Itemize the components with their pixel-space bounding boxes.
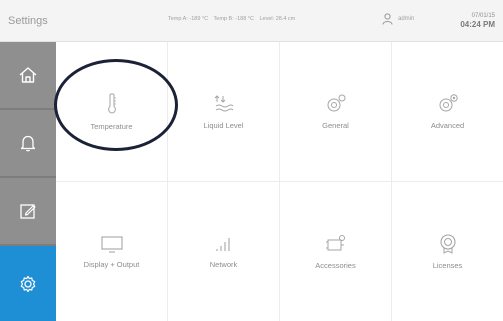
tile-label: Advanced (430, 121, 465, 130)
tile-accessories[interactable]: Accessories (280, 182, 392, 321)
home-icon (19, 67, 37, 83)
tile-liquid-level[interactable]: Liquid Level (168, 42, 280, 182)
tile-advanced[interactable]: Advanced (392, 42, 503, 182)
temp-b-readout: Temp B: -188 °C (213, 16, 254, 22)
time-label: 04:24 PM (460, 20, 495, 29)
tile-display-output[interactable]: Display + Output (56, 182, 168, 321)
sidebar-item-alerts[interactable] (0, 110, 56, 178)
tile-temperature[interactable]: Temperature (56, 42, 168, 182)
user-button[interactable]: admin (382, 11, 414, 27)
date-time: 07/01/15 04:24 PM (460, 12, 495, 30)
tile-network[interactable]: Network (168, 182, 280, 321)
page-title: Settings (8, 15, 48, 27)
liquid-level-icon (214, 95, 233, 112)
tile-label: Accessories (315, 261, 356, 270)
tile-licenses[interactable]: Licenses (392, 182, 503, 321)
tile-label: Liquid Level (203, 121, 244, 130)
display-icon (100, 236, 123, 253)
top-bar: Settings Temp A: -189 °C Temp B: -188 °C… (0, 0, 503, 42)
licenses-icon (439, 234, 456, 254)
settings-grid: Temperature Liquid Level General Advance… (56, 42, 503, 321)
general-settings-icon (327, 94, 345, 112)
level-readout: Level: 28.4 cm (259, 16, 296, 22)
sidebar-item-settings[interactable] (0, 246, 56, 321)
bell-icon (20, 135, 36, 152)
tile-label: Display + Output (83, 260, 140, 269)
date-label: 07/01/15 (471, 13, 495, 19)
status-readouts: Temp A: -189 °C Temp B: -188 °C Level: 2… (168, 16, 299, 22)
network-icon (215, 238, 230, 251)
advanced-settings-icon (439, 94, 458, 112)
sidebar (0, 42, 56, 321)
temp-a-readout: Temp A: -189 °C (168, 16, 209, 22)
thermometer-icon (107, 93, 116, 114)
accessories-icon (325, 235, 345, 251)
tile-label: General (322, 121, 349, 130)
tile-label: Licenses (432, 261, 463, 270)
gear-icon (20, 275, 36, 292)
user-icon (382, 13, 393, 25)
sidebar-item-home[interactable] (0, 42, 56, 110)
tile-general[interactable]: General (280, 42, 392, 182)
tile-label: Network (209, 260, 238, 269)
tile-label: Temperature (90, 122, 133, 131)
edit-icon (20, 204, 36, 219)
user-name: admin (398, 16, 415, 22)
sidebar-item-edit[interactable] (0, 178, 56, 246)
